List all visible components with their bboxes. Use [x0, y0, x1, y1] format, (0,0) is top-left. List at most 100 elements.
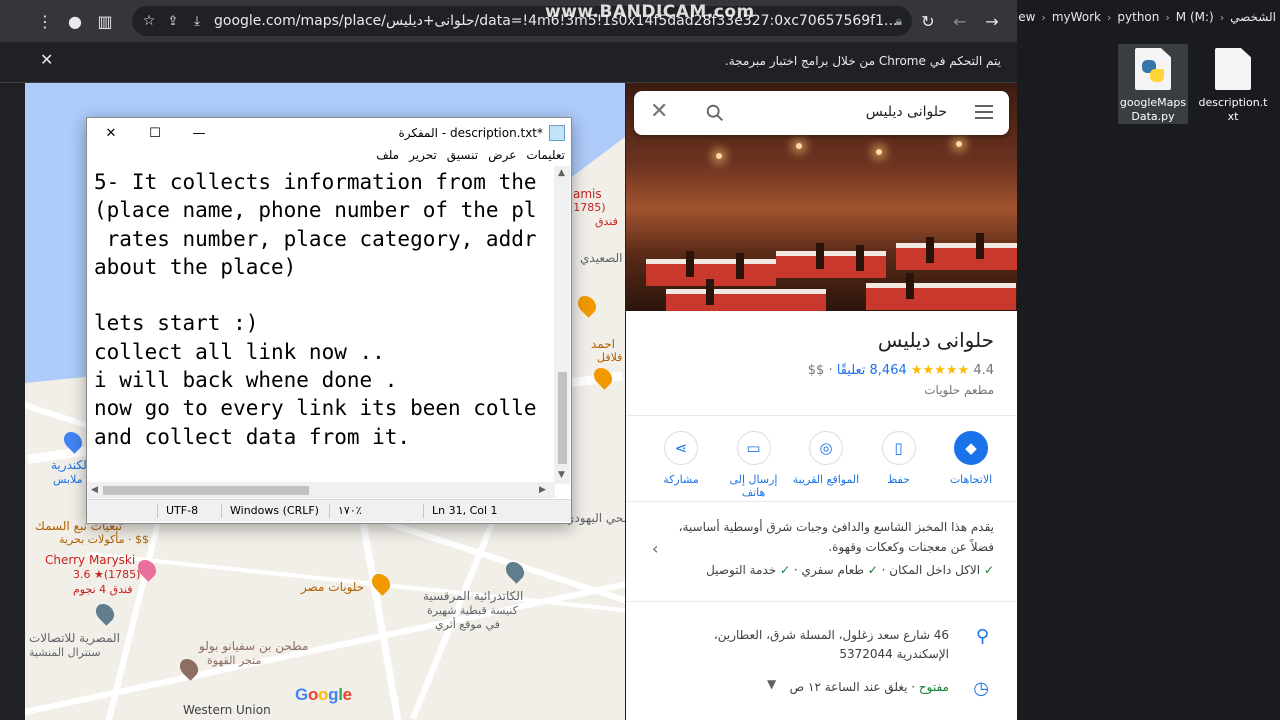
bookmark-star-icon[interactable]: ☆	[138, 6, 160, 36]
reviews-link[interactable]: 8,464 تعليقًا	[837, 363, 907, 378]
map-label: فندق	[595, 215, 618, 228]
profile-icon[interactable]: ●	[60, 6, 90, 36]
close-window-button[interactable]: ✕	[91, 121, 131, 145]
menu-file[interactable]: ملف	[376, 148, 399, 166]
back-icon[interactable]: ←	[945, 6, 975, 36]
line-ending: Windows (CRLF)	[221, 504, 319, 518]
map-label: مطحن بن سفيانو بولو	[199, 639, 309, 653]
cursor-position: Ln 31, Col 1	[423, 504, 498, 518]
text-line: about the place)	[94, 254, 297, 279]
hamburger-menu-icon[interactable]	[975, 105, 993, 123]
menu-format[interactable]: تنسيق	[447, 148, 478, 166]
map-label: مأكولات بحرية · $$	[59, 533, 149, 546]
automation-infobar: ✕ يتم التحكم في Chrome من خلال برامج اخت…	[0, 42, 1017, 83]
place-category[interactable]: مطعم حلويات	[924, 383, 994, 397]
menu-help[interactable]: تعليمات	[526, 148, 565, 166]
clock-icon: ◷	[973, 678, 989, 699]
action-label: مشاركة	[663, 473, 699, 486]
share-button[interactable]: ⋖ مشاركة	[646, 431, 716, 499]
minimize-button[interactable]: —	[179, 121, 219, 145]
file-name: googleMapsData.py	[1119, 96, 1187, 123]
text-line: lets start :)	[94, 311, 259, 336]
breadcrumb-item[interactable]: myWork	[1052, 10, 1101, 24]
search-input[interactable]: حلوانى ديليس	[866, 104, 947, 120]
place-photo[interactable]: حلوانى ديليس ✕	[626, 83, 1017, 311]
hours-row[interactable]: ◷ مفتوح · يغلق عند الساعة ١٢ ص ▼	[669, 677, 989, 699]
map-poi-pin[interactable]	[590, 364, 616, 390]
breadcrumb-item[interactable]: New	[1017, 10, 1035, 24]
menu-dots-icon[interactable]: ⋮	[30, 6, 60, 36]
amenities-row: ✓ الاكل داخل المكان · ✓ طعام سفري · ✓ خد…	[706, 563, 994, 577]
map-poi-pin[interactable]	[574, 292, 600, 318]
notepad-title: *description.txt - المفكرة	[398, 126, 543, 140]
desktop-file-text[interactable]: description.txt	[1198, 44, 1268, 124]
text-line	[94, 281, 550, 309]
save-button[interactable]: ▯ حفظ	[864, 431, 934, 499]
phone-icon: ▭	[736, 431, 771, 465]
check-icon: ✓	[867, 563, 878, 577]
search-icon[interactable]	[704, 102, 726, 124]
text-file-icon	[1215, 48, 1251, 90]
breadcrumb-item[interactable]: python	[1117, 10, 1159, 24]
map-label: متجر القهوة	[207, 654, 262, 667]
nearby-icon: ◎	[809, 431, 843, 465]
place-description[interactable]: يقدم هذا المخبز الشاسع والدافئ وجبات شرق…	[654, 517, 994, 557]
menu-view[interactable]: عرض	[488, 148, 516, 166]
scroll-right-icon[interactable]: ▶	[539, 485, 546, 495]
notepad-text-area[interactable]: 5- It collects information from the (plac…	[94, 168, 550, 486]
share-page-icon[interactable]: ⇪	[162, 6, 184, 36]
forward-icon[interactable]: →	[977, 6, 1007, 36]
menu-edit[interactable]: تحرير	[409, 148, 437, 166]
python-file-icon	[1135, 48, 1171, 90]
search-box[interactable]: حلوانى ديليس ✕	[634, 91, 1009, 135]
breadcrumb-item[interactable]: الشخصي	[1230, 10, 1276, 24]
explorer-breadcrumb: الشخصي › M (M:) › python › myWork › New	[1017, 0, 1280, 34]
maximize-button[interactable]: ☐	[135, 121, 175, 145]
close-icon[interactable]: ✕	[40, 50, 53, 69]
scroll-left-icon[interactable]: ◀	[91, 485, 98, 495]
close-icon[interactable]: ✕	[650, 99, 668, 124]
breadcrumb-separator-icon: ›	[1041, 10, 1046, 24]
directions-button[interactable]: ◆ الاتجاهات	[936, 431, 1006, 499]
breadcrumb-separator-icon: ›	[1165, 10, 1170, 24]
closing-time: يغلق عند الساعة ١٢ ص	[789, 680, 908, 694]
text-line: and collect data from it.	[94, 424, 411, 449]
scroll-up-icon[interactable]: ▲	[558, 168, 565, 178]
scroll-thumb[interactable]	[558, 372, 567, 464]
place-title: حلوانى ديليس	[877, 328, 994, 352]
map-label: احمد	[591, 337, 615, 351]
browser-toolbar: ⋮ ● ▥ ☆ ⇪ ⤓ google.com/maps/place/حلوانى…	[0, 0, 1017, 42]
address-row[interactable]: ⚲ 46 شارع سعد زغلول، المسلة شرق، العطاري…	[669, 626, 989, 664]
dot-separator: ·	[824, 363, 833, 378]
text-line: collect all link now ..	[94, 339, 385, 364]
notepad-titlebar[interactable]: ✕ ☐ — *description.txt - المفكرة	[87, 118, 571, 148]
text-line: rates number, place category, addr	[94, 226, 537, 251]
map-label: في موقع أثري	[435, 618, 500, 631]
desktop-file-python[interactable]: googleMapsData.py	[1118, 44, 1188, 124]
side-panel-icon[interactable]: ▥	[90, 6, 120, 36]
install-icon[interactable]: ⤓	[186, 6, 208, 36]
map-poi-pin[interactable]	[92, 600, 118, 626]
action-label: إرسال إلى هاتف	[729, 473, 778, 499]
address-bar[interactable]: ☆ ⇪ ⤓ google.com/maps/place/حلوانى+ديليس…	[132, 6, 912, 36]
vertical-scrollbar[interactable]: ▲ ▼	[554, 166, 570, 484]
action-buttons: ◆ الاتجاهات ▯ حفظ ◎ المواقع القريبة ▭ إر…	[646, 431, 1006, 499]
chevron-down-icon[interactable]: ▼	[767, 677, 776, 691]
chevron-left-icon[interactable]: ‹	[652, 539, 658, 558]
scroll-thumb[interactable]	[103, 486, 309, 495]
horizontal-scrollbar[interactable]: ◀ ▶	[87, 482, 555, 498]
map-label: Western Union	[183, 703, 271, 717]
map-label: الصعيدي	[580, 251, 623, 265]
map-label: الكاتدرائية المرقسية	[423, 589, 524, 603]
send-to-phone-button[interactable]: ▭ إرسال إلى هاتف	[719, 431, 789, 499]
reload-icon[interactable]: ↻	[913, 6, 943, 36]
desktop-area: الشخصي › M (M:) › python › myWork › New …	[1017, 0, 1280, 720]
lock-icon[interactable]: 🔒︎	[896, 14, 902, 29]
text-line: i will back whene done .	[94, 368, 398, 393]
nearby-button[interactable]: ◎ المواقع القريبة	[791, 431, 861, 499]
map-label: الكندرية	[51, 458, 91, 472]
scroll-down-icon[interactable]: ▼	[558, 470, 565, 480]
file-name: description.txt	[1198, 96, 1268, 123]
breadcrumb-item[interactable]: M (M:)	[1176, 10, 1214, 24]
map-label: كنيسة قبطية شهيرة	[427, 604, 518, 617]
